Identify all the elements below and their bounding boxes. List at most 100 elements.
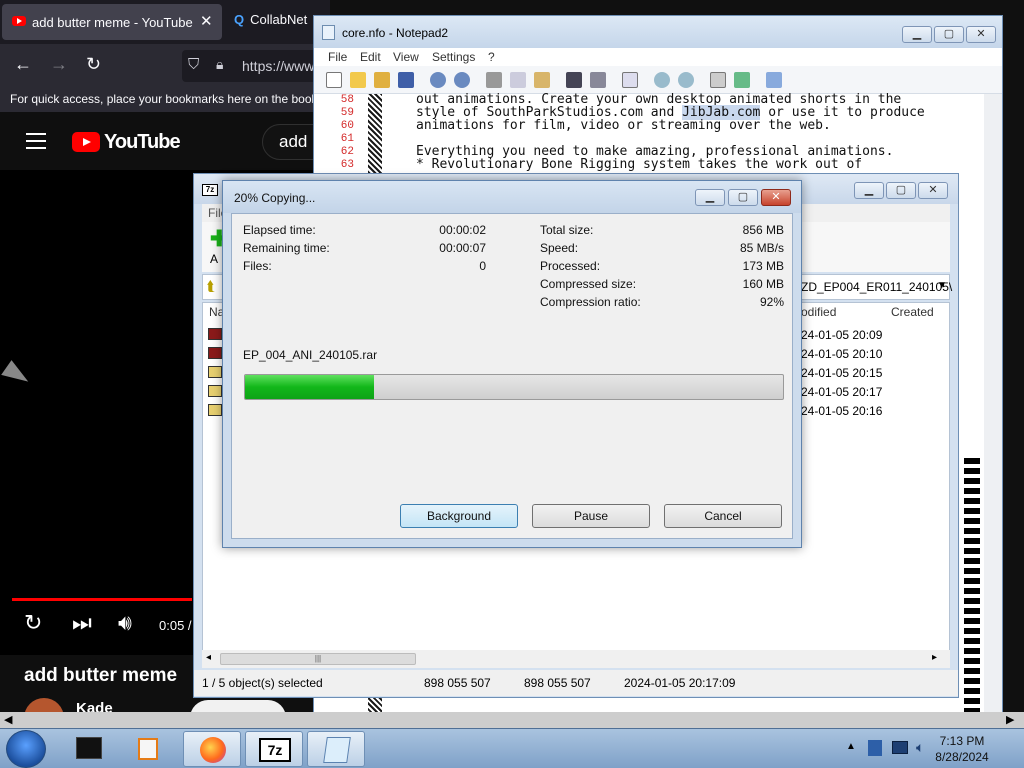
tab-title: CollabNet [250, 12, 308, 27]
compressed-size-value: 160 MB [742, 277, 784, 291]
archive-file-icon [208, 404, 222, 416]
tab-title: add butter meme - YouTube [32, 15, 193, 30]
clock-time: 7:13 PM [939, 734, 985, 748]
open-icon[interactable] [350, 72, 366, 88]
menu-icon[interactable] [26, 133, 46, 154]
replace-icon[interactable] [590, 72, 606, 88]
minimize-button[interactable]: ▁ [695, 189, 725, 206]
tray-display-icon[interactable] [892, 741, 908, 754]
minimize-button[interactable]: ▁ [854, 182, 884, 199]
volume-icon[interactable]: 🔊︎ [118, 610, 132, 636]
status-size: 898 055 507 [424, 676, 491, 690]
status-selected: 1 / 5 object(s) selected [202, 676, 323, 690]
horizontal-scrollbar[interactable]: ◂ ||| ▸ [202, 650, 950, 668]
vertical-scrollbar[interactable] [984, 94, 1002, 716]
modified-date: 24-01-05 20:15 [801, 366, 883, 380]
zoom-out-icon[interactable] [678, 72, 694, 88]
menu-edit[interactable]: Edit [360, 50, 381, 64]
remaining-value: 00:00:07 [439, 241, 486, 255]
maximize-button[interactable]: ▢ [934, 26, 964, 43]
start-button[interactable] [6, 730, 46, 768]
menu-file[interactable]: File [328, 50, 347, 64]
tab-collabnet[interactable]: Q CollabNet [234, 12, 307, 27]
paste-icon[interactable] [534, 72, 550, 88]
processed-label: Processed: [540, 259, 601, 273]
youtube-logo-text: YouTube [104, 131, 181, 153]
next-icon[interactable]: ⏭ [72, 610, 92, 636]
menu-view[interactable]: View [393, 50, 419, 64]
tab-close-icon[interactable]: ✕ [200, 12, 213, 30]
tray-volume-icon[interactable]: 🔈︎ [916, 739, 924, 756]
youtube-favicon-icon [12, 16, 26, 26]
url-bar[interactable]: ⛉ 🔒︎ https://www [182, 50, 330, 82]
redo-icon[interactable] [454, 72, 470, 88]
back-icon[interactable]: ← [14, 54, 32, 75]
close-button[interactable]: ✕ [918, 182, 948, 199]
progress-bar [244, 374, 784, 400]
taskbar-app-firefox[interactable] [183, 731, 241, 767]
column-modified-header[interactable]: odified [801, 305, 836, 319]
new-icon[interactable] [326, 72, 342, 88]
video-time: 0:05 / [159, 618, 192, 633]
replay-icon[interactable]: ↻ [24, 610, 42, 636]
scroll-right-icon[interactable]: ▶ [1006, 713, 1014, 726]
taskbar-clock[interactable]: 7:13 PM 8/28/2024 [932, 733, 992, 765]
reload-icon[interactable]: ↻ [86, 54, 101, 75]
browser-tab-bar: add butter meme - YouTube ✕ Q CollabNet [0, 0, 330, 44]
taskbar-app-notepad[interactable] [307, 731, 365, 767]
taskbar-app-terminal[interactable] [60, 731, 118, 767]
exit-icon[interactable] [766, 72, 782, 88]
speed-value: 85 MB/s [739, 241, 784, 255]
tray-expand-icon[interactable]: ▲ [846, 741, 856, 752]
close-button[interactable]: ✕ [966, 26, 996, 43]
column-created-header[interactable]: Created [891, 305, 934, 319]
dialog-title: 20% Copying... [234, 191, 316, 205]
folder-up-icon[interactable]: ⮬ [207, 278, 215, 295]
scroll-left-icon[interactable]: ◂ [206, 652, 211, 663]
youtube-play-icon [72, 132, 100, 152]
cut-icon[interactable] [486, 72, 502, 88]
archive-file-icon [208, 328, 222, 340]
maximize-button[interactable]: ▢ [728, 189, 758, 206]
undo-icon[interactable] [430, 72, 446, 88]
remaining-label: Remaining time: [243, 241, 330, 255]
find-icon[interactable] [566, 72, 582, 88]
cancel-button[interactable]: Cancel [664, 504, 782, 528]
video-progress-bar[interactable] [12, 598, 192, 601]
taskbar-app-media[interactable] [120, 731, 178, 767]
scroll-left-icon[interactable]: ◀ [4, 713, 12, 726]
menu-help[interactable]: ? [488, 50, 495, 64]
minimize-button[interactable]: ▁ [902, 26, 932, 43]
chevron-down-icon[interactable]: ▼ [937, 280, 947, 291]
maximize-button[interactable]: ▢ [886, 182, 916, 199]
background-button[interactable]: Background [400, 504, 518, 528]
scheme-icon[interactable] [710, 72, 726, 88]
tray-network-icon[interactable] [868, 740, 882, 756]
tab-youtube[interactable]: add butter meme - YouTube ✕ [2, 4, 222, 40]
menu-bar: File Edit View Settings ? [314, 48, 1002, 66]
desktop-horizontal-scrollbar[interactable]: ◀ ▶ [0, 712, 1024, 728]
files-label: Files: [243, 259, 272, 273]
pause-button[interactable]: Pause [532, 504, 650, 528]
customize-icon[interactable] [734, 72, 750, 88]
title-bar: 20% Copying... ▁ ▢ ✕ [223, 181, 801, 213]
ascii-art-column [964, 454, 980, 714]
copy-icon[interactable] [510, 72, 526, 88]
close-button[interactable]: ✕ [761, 189, 791, 206]
youtube-header: YouTube add b [0, 112, 330, 170]
taskbar-app-7zip[interactable]: 7z [245, 731, 303, 767]
scroll-thumb[interactable]: ||| [220, 653, 416, 665]
shield-icon[interactable]: ⛉ [188, 56, 199, 73]
save-icon[interactable] [398, 72, 414, 88]
status-date: 2024-01-05 20:17:09 [624, 676, 736, 690]
zoom-in-icon[interactable] [654, 72, 670, 88]
video-title: add butter meme [24, 665, 178, 686]
menu-settings[interactable]: Settings [432, 50, 475, 64]
archive-file-icon [208, 385, 222, 397]
scroll-right-icon[interactable]: ▸ [932, 652, 937, 663]
lock-icon[interactable]: 🔒︎ [216, 56, 223, 73]
forward-icon[interactable]: → [50, 54, 68, 75]
wordwrap-icon[interactable] [622, 72, 638, 88]
total-size-label: Total size: [540, 223, 594, 237]
browse-icon[interactable] [374, 72, 390, 88]
